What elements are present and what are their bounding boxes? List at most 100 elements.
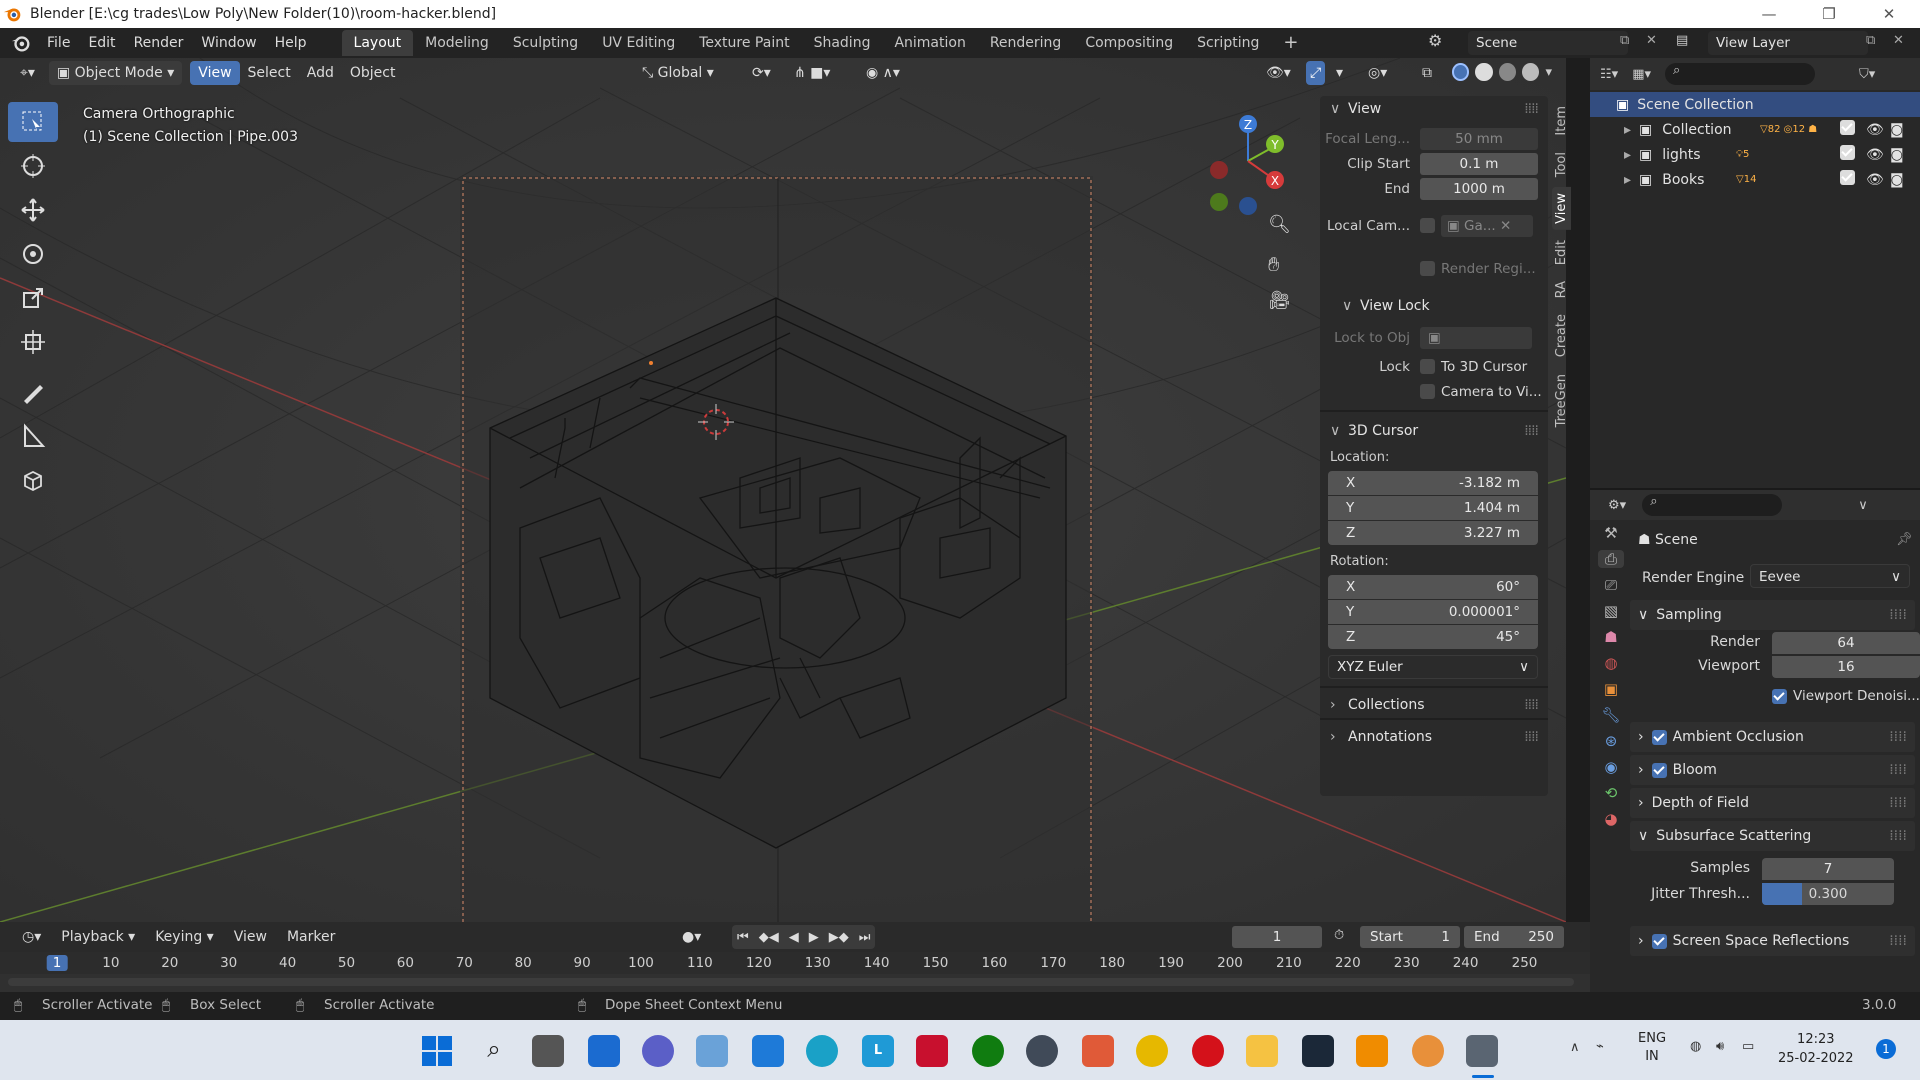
rendered-shading-icon[interactable] — [1522, 63, 1540, 81]
drag-grip-icon[interactable]: ⁞⁞⁞⁞ — [1524, 96, 1539, 122]
ssr-checkbox[interactable] — [1651, 933, 1667, 949]
edge-icon[interactable] — [806, 1035, 838, 1067]
cursor-rotation-z[interactable]: Z 45° — [1328, 625, 1538, 649]
volume-icon[interactable]: 🔊︎ — [1716, 1039, 1724, 1054]
drag-grip-icon[interactable]: ⁞⁞⁞⁞ — [1889, 600, 1907, 630]
lock-to-cursor-checkbox[interactable] — [1420, 359, 1435, 374]
viewport-menu-add[interactable]: Add — [299, 61, 342, 85]
outliner-item-collection[interactable]: ▸ ▣ Collection ▽82 ◎12 ☗ 👁︎ ◙ — [1590, 117, 1920, 142]
widgets-icon[interactable] — [588, 1035, 620, 1067]
local-camera-checkbox[interactable] — [1420, 218, 1435, 233]
globe-icon[interactable]: ◍ — [1690, 1039, 1701, 1054]
rotate-tool-icon[interactable] — [8, 234, 58, 274]
language-indicator[interactable]: ENG IN — [1638, 1030, 1666, 1066]
drag-grip-icon[interactable]: ⁞⁞⁞⁞ — [1889, 788, 1907, 818]
camera-to-view-checkbox[interactable] — [1420, 384, 1435, 399]
rotation-mode-dropdown[interactable]: XYZ Euler ∨ — [1328, 655, 1538, 679]
camera-render-icon[interactable]: ◙ — [1890, 147, 1904, 163]
scale-tool-icon[interactable] — [8, 278, 58, 318]
new-scene-icon[interactable]: ⧉ — [1620, 33, 1629, 48]
chrome-icon[interactable] — [1136, 1035, 1168, 1067]
collection-checkbox[interactable] — [1840, 170, 1861, 189]
viewport-denoising-row[interactable]: Viewport Denoisi... — [1772, 688, 1920, 704]
sidebar-tab-edit[interactable]: Edit — [1552, 234, 1571, 271]
drag-grip-icon[interactable]: ⁞⁞⁞⁞ — [1889, 722, 1907, 752]
tab-layout[interactable]: Layout — [341, 30, 414, 56]
bloom-panel[interactable]: › Bloom ⁞⁞⁞⁞ — [1630, 755, 1915, 785]
move-tool-icon[interactable] — [8, 190, 58, 230]
cursor-tool-icon[interactable] — [8, 146, 58, 186]
blender-menu-icon[interactable] — [10, 32, 32, 54]
mcafee-icon[interactable] — [916, 1035, 948, 1067]
timeline-editor-type-icon[interactable]: ◷▾ — [14, 925, 49, 949]
tab-scripting[interactable]: Scripting — [1185, 30, 1271, 56]
timeline-menu-keying[interactable]: Keying ▾ — [147, 925, 222, 949]
chat-icon[interactable] — [642, 1035, 674, 1067]
jitter-threshold-slider[interactable]: 0.300 — [1762, 883, 1894, 905]
output-tab-icon[interactable]: ⎚ — [1598, 576, 1624, 594]
add-cube-tool-icon[interactable] — [8, 460, 58, 500]
annotate-tool-icon[interactable] — [8, 372, 58, 412]
new-view-layer-icon[interactable]: ⧉ — [1866, 33, 1875, 48]
tab-sculpting[interactable]: Sculpting — [501, 30, 590, 56]
photos-icon[interactable] — [696, 1035, 728, 1067]
end-frame-field[interactable]: End 250 — [1464, 926, 1564, 948]
cursor-location-z[interactable]: Z 3.227 m — [1328, 521, 1538, 545]
delete-scene-icon[interactable]: ✕ — [1646, 33, 1657, 48]
pin-icon[interactable]: 📌︎ — [1896, 532, 1913, 547]
tab-shading[interactable]: Shading — [802, 30, 883, 56]
prev-keyframe-icon[interactable]: ◆◀ — [754, 930, 784, 945]
cursor-location-x[interactable]: X -3.182 m — [1328, 471, 1538, 495]
tab-rendering[interactable]: Rendering — [978, 30, 1074, 56]
launcher-icon[interactable]: L — [862, 1035, 894, 1067]
menu-file[interactable]: File — [38, 28, 79, 58]
xbox-icon[interactable] — [972, 1035, 1004, 1067]
material-tab-icon[interactable]: ◕ — [1598, 810, 1624, 828]
menu-help[interactable]: Help — [266, 28, 316, 58]
eye-icon[interactable]: 👁︎ — [1866, 122, 1884, 138]
sidebar-tab-create[interactable]: Create — [1552, 308, 1571, 363]
ambient-occlusion-panel[interactable]: › Ambient Occlusion ⁞⁞⁞⁞ — [1630, 722, 1915, 752]
cursor-location-y[interactable]: Y 1.404 m — [1328, 496, 1538, 520]
viewport-menu-object[interactable]: Object — [342, 61, 404, 85]
app-icon[interactable] — [1082, 1035, 1114, 1067]
tab-compositing[interactable]: Compositing — [1073, 30, 1185, 56]
local-camera-field[interactable]: ▣ Ga... ✕ — [1441, 214, 1533, 237]
start-frame-field[interactable]: Start 1 — [1360, 926, 1460, 948]
expand-arrow-icon[interactable]: ▸ — [1624, 122, 1631, 138]
world-tab-icon[interactable]: ◍ — [1598, 654, 1624, 672]
filter-icon[interactable]: ⛉▾ — [1859, 67, 1875, 82]
overlays-icon[interactable]: ◎▾ — [1360, 61, 1395, 85]
render-samples-field[interactable]: 64 — [1772, 632, 1920, 654]
select-box-tool-icon[interactable] — [8, 102, 58, 142]
particles-tab-icon[interactable]: ⊛ — [1598, 732, 1624, 750]
drag-grip-icon[interactable]: ⁞⁞⁞⁞ — [1889, 755, 1907, 785]
clip-start-field[interactable]: 0.1 m — [1420, 152, 1538, 175]
drag-grip-icon[interactable]: ⁞⁞⁞⁞ — [1889, 821, 1907, 851]
menu-render[interactable]: Render — [125, 28, 193, 58]
drag-grip-icon[interactable]: ⁞⁞⁞⁞ — [1524, 724, 1539, 750]
physics-tab-icon[interactable]: ◉ — [1598, 758, 1624, 776]
cursor-rotation-y[interactable]: Y 0.000001° — [1328, 600, 1538, 624]
delete-view-layer-icon[interactable]: ✕ — [1893, 33, 1904, 48]
cursor-rotation-x[interactable]: X 60° — [1328, 575, 1538, 599]
current-frame-field[interactable]: 1 — [1232, 926, 1322, 948]
ambient-occlusion-checkbox[interactable] — [1651, 729, 1667, 745]
timeline-scrollbar[interactable] — [8, 978, 1574, 986]
properties-search-input[interactable]: ⌕ — [1642, 494, 1783, 516]
battery-icon[interactable]: ▭ — [1742, 1039, 1754, 1054]
timeline-menu-playback[interactable]: Playback ▾ — [53, 925, 143, 949]
chevron-down-icon[interactable]: ∨ — [1858, 498, 1868, 513]
sss-samples-field[interactable]: 7 — [1762, 858, 1894, 880]
visibility-icon[interactable]: 👁︎▾ — [1258, 61, 1299, 85]
tab-animation[interactable]: Animation — [882, 30, 977, 56]
play-icon[interactable]: ▶ — [804, 930, 824, 945]
view-panel-header[interactable]: ∨ View ⁞⁞⁞⁞ — [1320, 96, 1548, 122]
properties-editor-type-icon[interactable]: ⚙▾ — [1608, 498, 1626, 513]
transform-tool-icon[interactable] — [8, 322, 58, 362]
scene-tab-icon[interactable]: ☗ — [1598, 628, 1624, 646]
active-app-icon[interactable] — [1466, 1035, 1498, 1067]
view-layer-field[interactable]: View Layer — [1708, 31, 1868, 55]
menu-window[interactable]: Window — [192, 28, 265, 58]
task-view-icon[interactable] — [532, 1035, 564, 1067]
